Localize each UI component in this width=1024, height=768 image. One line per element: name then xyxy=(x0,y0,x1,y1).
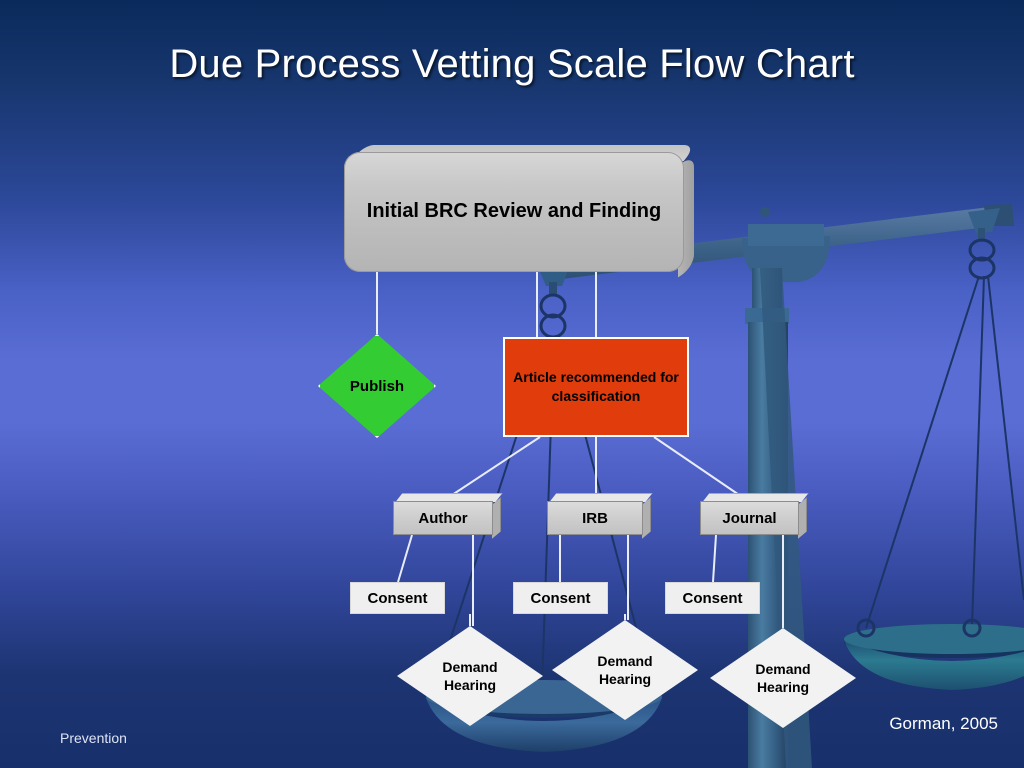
node-author[interactable]: Author xyxy=(393,493,503,539)
node-consent-irb[interactable]: Consent xyxy=(513,582,608,614)
node-demand-hearing-journal[interactable]: Demand Hearing xyxy=(710,628,856,728)
node-label: Initial BRC Review and Finding xyxy=(366,200,662,223)
node-demand-hearing-irb[interactable]: Demand Hearing xyxy=(552,620,698,720)
node-label: Consent xyxy=(682,589,743,607)
node-initial-brc-review[interactable]: Initial BRC Review and Finding xyxy=(344,152,684,272)
node-consent-author[interactable]: Consent xyxy=(350,582,445,614)
node-label-line1: Demand xyxy=(597,652,653,669)
node-label: IRB xyxy=(582,509,608,527)
node-consent-journal[interactable]: Consent xyxy=(665,582,760,614)
box-face: Journal xyxy=(700,501,799,535)
node-label: Journal xyxy=(722,509,777,527)
node-label-line2: Hearing xyxy=(598,671,652,687)
node-label: Demand Hearing xyxy=(552,620,698,720)
box-face: IRB xyxy=(547,501,643,535)
node-label-line2: Hearing xyxy=(443,677,497,693)
node-article-recommended[interactable]: Article recommended for classification xyxy=(503,337,689,437)
slide-canvas: Due Process Vetting Scale Flow Chart Ini… xyxy=(0,0,1024,768)
node-label: Publish xyxy=(349,377,405,395)
node-label: Demand Hearing xyxy=(710,628,856,728)
node-label-line1: Demand xyxy=(755,660,811,677)
footer-attribution: Gorman, 2005 xyxy=(889,714,998,733)
node-journal[interactable]: Journal xyxy=(700,493,809,539)
node-label: Consent xyxy=(530,589,591,607)
box-face: Author xyxy=(393,501,493,535)
node-label: Demand Hearing xyxy=(397,626,543,726)
node-irb[interactable]: IRB xyxy=(547,493,653,539)
node-label: Consent xyxy=(367,589,428,607)
node-label-line2: Hearing xyxy=(756,679,810,695)
node-label-line1: Demand xyxy=(442,658,498,675)
node-publish[interactable]: Publish xyxy=(318,334,436,438)
node-label: Author xyxy=(418,509,468,527)
footer-left-text: Prevention xyxy=(60,730,127,746)
node-label: Article recommended for classification xyxy=(513,369,679,404)
node-demand-hearing-author[interactable]: Demand Hearing xyxy=(397,626,543,726)
